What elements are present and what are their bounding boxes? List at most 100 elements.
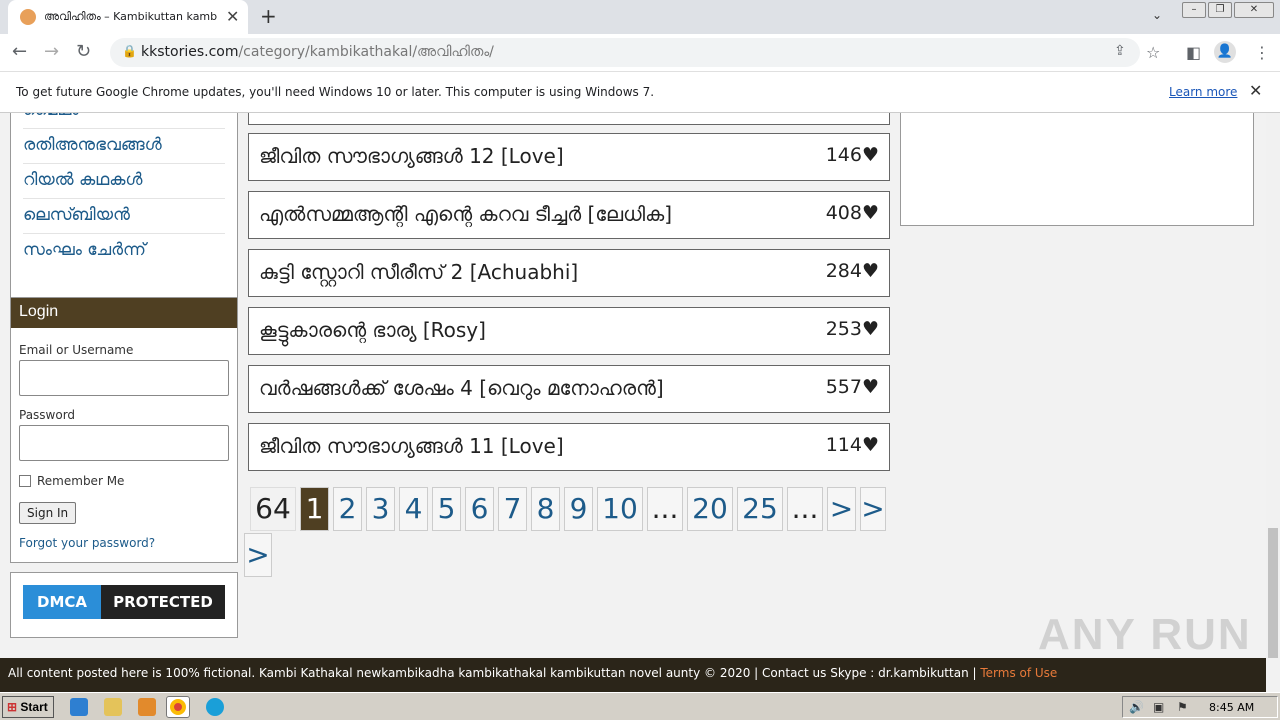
profile-avatar-icon[interactable]: 👤 xyxy=(1214,41,1236,63)
forward-arrow-icon[interactable]: → xyxy=(44,41,59,62)
page-link[interactable]: 4 xyxy=(399,487,428,531)
story-title[interactable]: ജീവിത സൗഭാഗ്യങ്ങൾ 11 [Love] xyxy=(259,434,564,458)
heart-icon: ♥ xyxy=(861,260,879,282)
remember-label: Remember Me xyxy=(37,474,125,488)
update-infobar: To get future Google Chrome updates, you… xyxy=(0,71,1280,113)
story-item[interactable]: കുട്ടി സ്റ്റോറി സീരീസ് 2 [Achuabhi] 284♥ xyxy=(248,249,890,297)
browser-toolbar: ← → ↻ 🔒 kkstories.com/category/kambikath… xyxy=(0,34,1280,71)
folder-icon[interactable] xyxy=(104,698,122,716)
menu-kebab-icon[interactable]: ⋮ xyxy=(1254,43,1270,62)
page-link[interactable]: 8 xyxy=(531,487,560,531)
right-sidebar-widget xyxy=(900,113,1254,226)
infobar-message: To get future Google Chrome updates, you… xyxy=(16,85,655,99)
network-icon[interactable]: ▣ xyxy=(1153,700,1164,714)
scrollbar-thumb[interactable] xyxy=(1268,528,1278,658)
heart-icon: ♥ xyxy=(861,434,879,456)
next-page-link[interactable]: > xyxy=(827,487,856,531)
page-link-current[interactable]: 1 xyxy=(300,487,329,531)
category-link[interactable]: രതിഅനുഭവങ്ങൾ xyxy=(23,129,225,164)
anyrun-watermark: ANY RUN xyxy=(1038,610,1252,659)
page-scrollbar[interactable] xyxy=(1266,113,1280,658)
sign-in-button[interactable]: Sign In xyxy=(19,502,77,524)
username-label: Email or Username xyxy=(19,343,134,357)
page-link[interactable]: 10 xyxy=(597,487,643,531)
page-link[interactable]: 3 xyxy=(366,487,395,531)
flag-icon[interactable]: ⚑ xyxy=(1177,700,1188,714)
page-link[interactable]: 25 xyxy=(737,487,783,531)
new-tab-icon[interactable]: + xyxy=(260,4,277,28)
dmca-widget: DMCA PROTECTED xyxy=(10,572,238,638)
tab-strip: അവിഹിതം – Kambikuttan kambi ✕ + ⌄ – ❐ ✕ xyxy=(0,0,1280,34)
page-link[interactable]: 9 xyxy=(564,487,593,531)
edge-icon[interactable] xyxy=(206,698,224,716)
tab-search-chevron-icon[interactable]: ⌄ xyxy=(1152,8,1162,22)
heart-icon: ♥ xyxy=(861,202,879,224)
like-count: 408♥ xyxy=(825,202,879,224)
like-count: 114♥ xyxy=(825,434,879,456)
dmca-badge[interactable]: DMCA PROTECTED xyxy=(23,585,225,619)
login-title: Login xyxy=(11,298,237,328)
story-title[interactable]: ജീവിത സൗഭാഗ്യങ്ങൾ 12 [Love] xyxy=(259,144,564,168)
username-input[interactable] xyxy=(19,360,229,396)
volume-icon[interactable]: 🔊 xyxy=(1129,700,1144,714)
remember-me[interactable]: Remember Me xyxy=(19,474,124,488)
start-label: Start xyxy=(20,700,48,714)
footer-text: All content posted here is 100% fictiona… xyxy=(8,666,981,680)
page-total: 64 xyxy=(250,487,296,531)
heart-icon: ♥ xyxy=(861,318,879,340)
page-link[interactable]: 20 xyxy=(687,487,733,531)
heart-icon: ♥ xyxy=(861,376,879,398)
last-page-link[interactable]: > xyxy=(244,533,272,577)
category-link[interactable]: സംഘം ചേർന്ന് xyxy=(23,234,225,269)
last-page-link[interactable]: > xyxy=(860,487,886,531)
reload-icon[interactable]: ↻ xyxy=(76,41,91,62)
story-item-partial[interactable] xyxy=(248,113,890,125)
url-text: kkstories.com/category/kambikathakal/അവി… xyxy=(141,44,494,60)
protected-label: PROTECTED xyxy=(101,585,225,619)
tab-title: അവിഹിതം – Kambikuttan kambi xyxy=(44,10,218,23)
story-item[interactable]: വർഷങ്ങൾക്ക് ശേഷം 4 [വെറും മനോഹരൻ] 557♥ xyxy=(248,365,890,413)
address-bar[interactable]: 🔒 kkstories.com/category/kambikathakal/അ… xyxy=(110,38,1140,67)
page-link[interactable]: 5 xyxy=(432,487,461,531)
story-item[interactable]: എൽസമ്മആന്റി എന്റെ കറവ ടീച്ചർ [ലേധിക] 408… xyxy=(248,191,890,239)
story-title[interactable]: എൽസമ്മആന്റി എന്റെ കറവ ടീച്ചർ [ലേധിക] xyxy=(259,202,672,226)
ie-icon[interactable] xyxy=(70,698,88,716)
bookmark-star-icon[interactable]: ☆ xyxy=(1146,43,1160,62)
start-button[interactable]: ⊞ Start xyxy=(2,696,54,718)
forgot-password-link[interactable]: Forgot your password? xyxy=(19,536,155,550)
page-link[interactable]: 2 xyxy=(333,487,362,531)
password-input[interactable] xyxy=(19,425,229,461)
page-link[interactable]: 7 xyxy=(498,487,527,531)
tab-close-icon[interactable]: ✕ xyxy=(226,7,239,26)
side-panel-icon[interactable]: ◧ xyxy=(1186,43,1201,62)
category-link[interactable]: ലെസ്ബിയൻ xyxy=(23,199,225,234)
story-item[interactable]: ജീവിത സൗഭാഗ്യങ്ങൾ 12 [Love] 146♥ xyxy=(248,133,890,181)
browser-tab[interactable]: അവിഹിതം – Kambikuttan kambi ✕ xyxy=(8,0,248,34)
terms-of-use-link[interactable]: Terms of Use xyxy=(980,666,1057,680)
story-item[interactable]: ജീവിത സൗഭാഗ്യങ്ങൾ 11 [Love] 114♥ xyxy=(248,423,890,471)
back-arrow-icon[interactable]: ← xyxy=(12,41,27,62)
chrome-icon[interactable] xyxy=(166,696,190,718)
media-player-icon[interactable] xyxy=(138,698,156,716)
page-link[interactable]: 6 xyxy=(465,487,494,531)
category-link[interactable]: റിയൽ കഥകൾ xyxy=(23,164,225,199)
page-ellipsis: ... xyxy=(787,487,823,531)
like-count: 284♥ xyxy=(825,260,879,282)
minimize-window-icon[interactable]: – xyxy=(1182,2,1206,18)
story-item[interactable]: കൂട്ടുകാരന്റെ ഭാര്യ [Rosy] 253♥ xyxy=(248,307,890,355)
story-title[interactable]: വർഷങ്ങൾക്ക് ശേഷം 4 [വെറും മനോഹരൻ] xyxy=(259,376,664,400)
system-tray: 🔊 ▣ ⚑ 8:45 AM xyxy=(1122,696,1278,718)
story-title[interactable]: കൂട്ടുകാരന്റെ ഭാര്യ [Rosy] xyxy=(259,318,486,342)
heart-icon: ♥ xyxy=(861,144,879,166)
share-icon[interactable]: ⇪ xyxy=(1114,43,1126,59)
story-title[interactable]: കുട്ടി സ്റ്റോറി സീരീസ് 2 [Achuabhi] xyxy=(259,260,578,284)
remember-checkbox[interactable] xyxy=(19,475,31,487)
like-count: 557♥ xyxy=(825,376,879,398)
category-link[interactable]: മൈഥം xyxy=(23,113,225,129)
page-content: മൈഥം രതിഅനുഭവങ്ങൾ റിയൽ കഥകൾ ലെസ്ബിയൻ സംഘ… xyxy=(0,113,1266,658)
learn-more-link[interactable]: Learn more xyxy=(1169,85,1237,99)
lock-icon[interactable]: 🔒 xyxy=(122,44,137,58)
restore-window-icon[interactable]: ❐ xyxy=(1208,2,1232,18)
close-window-icon[interactable]: ✕ xyxy=(1234,2,1274,18)
infobar-close-icon[interactable]: ✕ xyxy=(1249,81,1262,100)
